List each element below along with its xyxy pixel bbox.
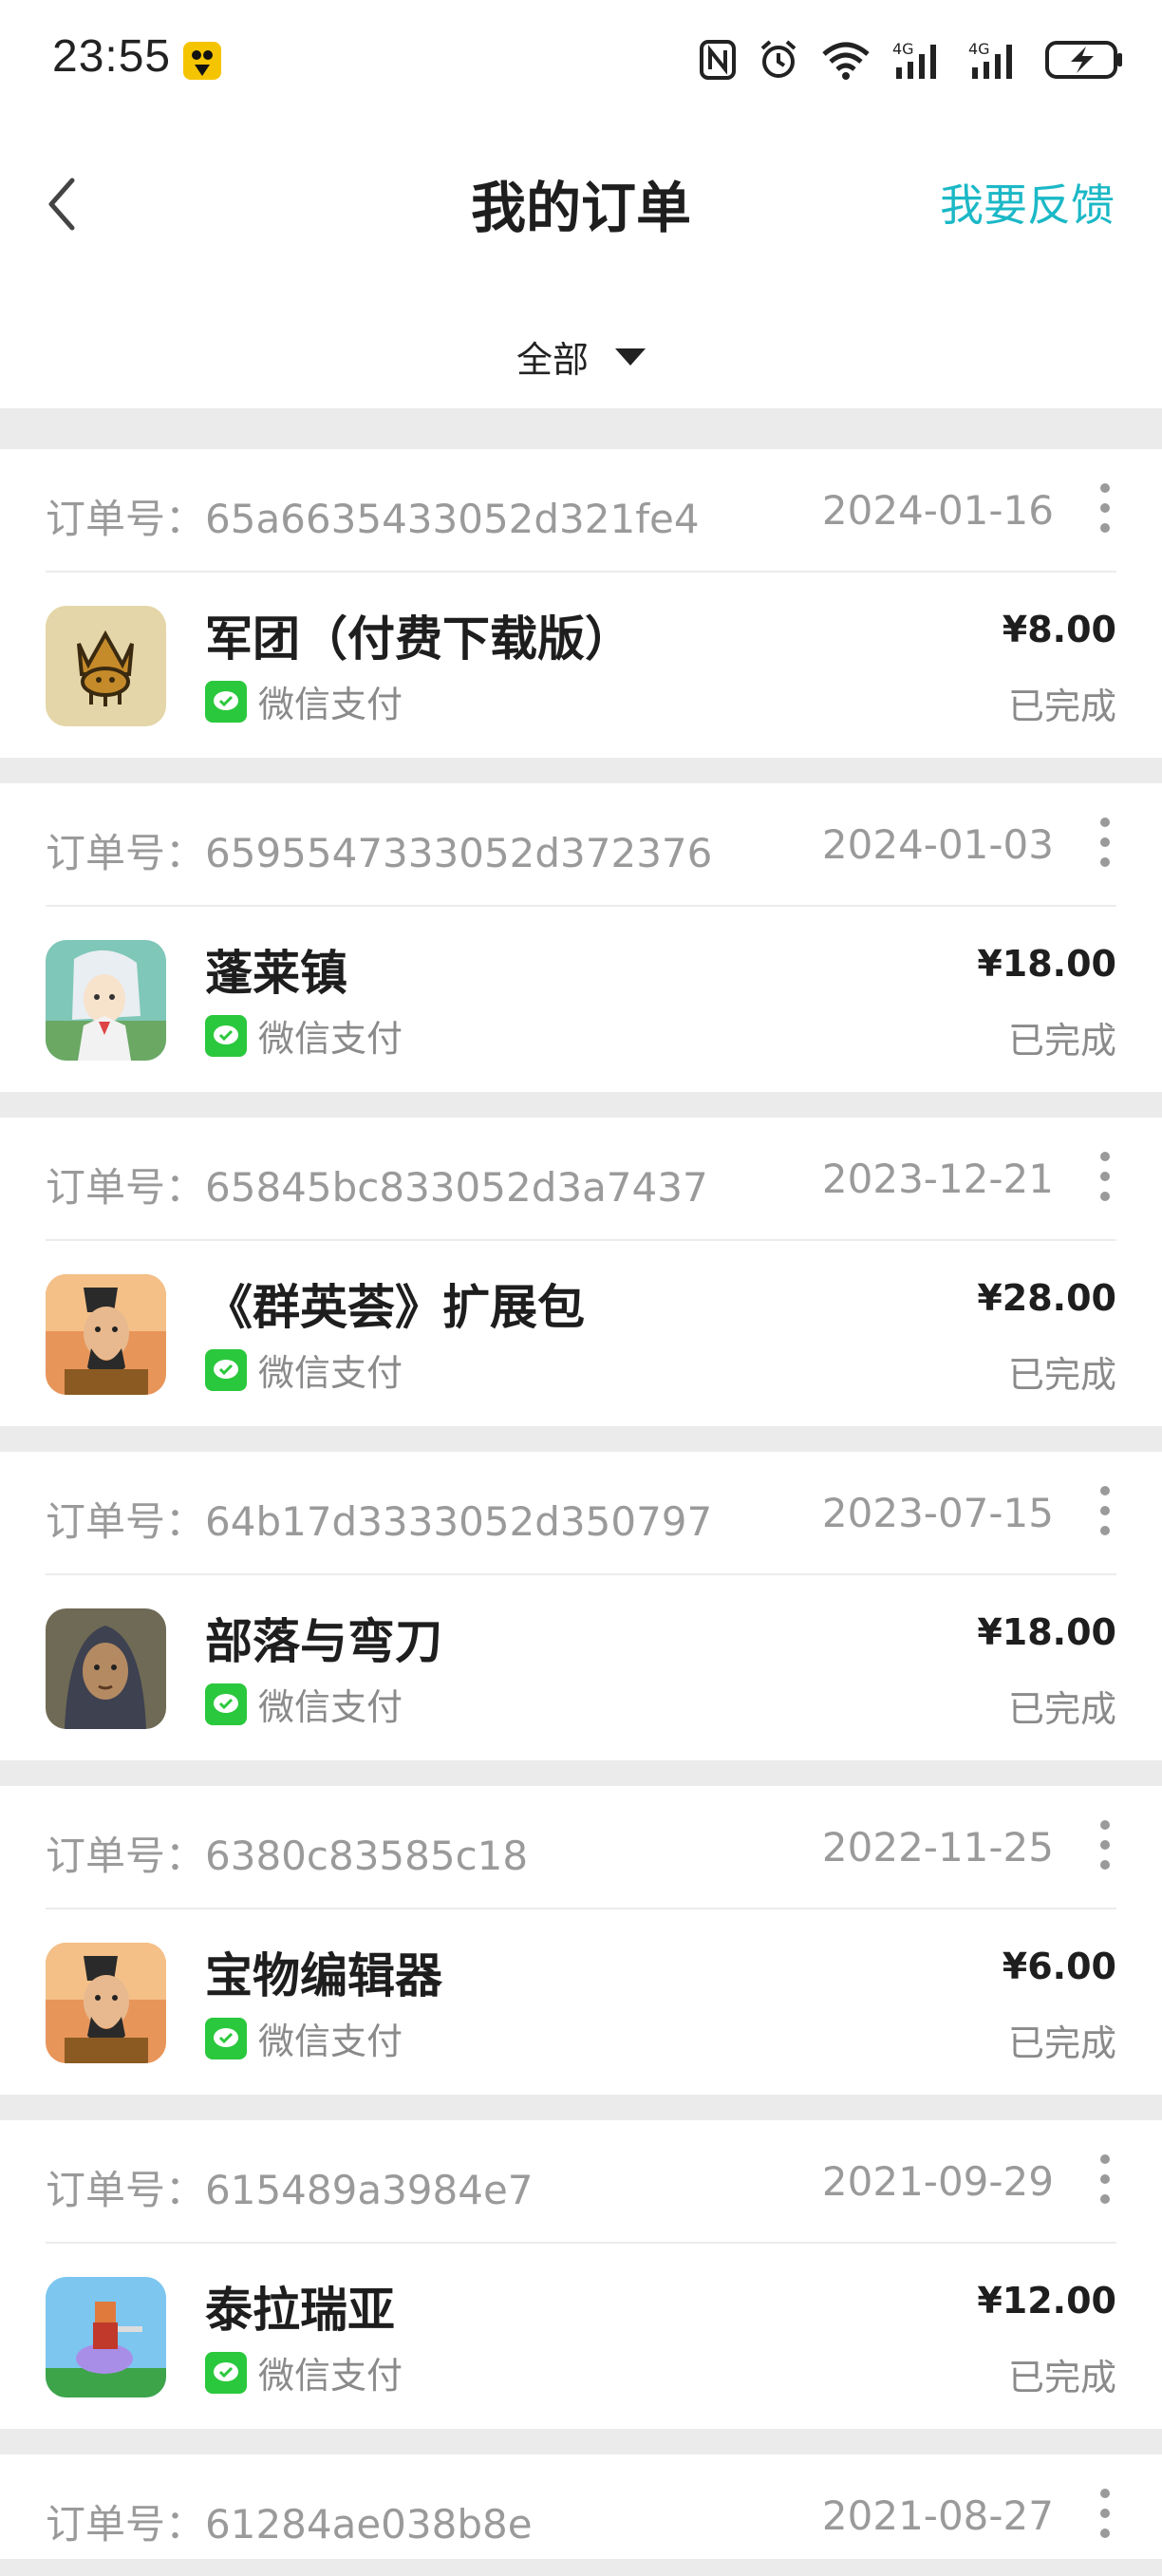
legion-crown-icon: [46, 606, 166, 726]
feedback-button[interactable]: 我要反馈: [940, 171, 1115, 234]
signal-4g-icon: 4G: [892, 39, 947, 81]
app-name: 部落与弯刀: [205, 1614, 442, 1669]
order-card[interactable]: 订单号：65a6635433052d321fe4 2024-01-16 军团（付…: [0, 449, 1162, 758]
payment-method: 微信支付: [205, 1344, 403, 1396]
payment-method: 微信支付: [205, 675, 403, 727]
app-notification-icon: [183, 42, 221, 80]
more-options-button[interactable]: [1094, 2154, 1116, 2204]
more-options-button[interactable]: [1094, 2489, 1116, 2538]
order-number: 订单号：615489a3984e7: [46, 2167, 534, 2213]
app-name: 宝物编辑器: [205, 1948, 442, 2003]
wifi-icon: [820, 39, 872, 81]
wechat-pay-icon: [205, 1683, 247, 1725]
wechat-pay-icon: [205, 1348, 247, 1391]
order-card[interactable]: 订单号：615489a3984e7 2021-09-29 泰拉瑞亚 微信支付 ¥…: [0, 2120, 1162, 2429]
order-status: 已完成: [1007, 1688, 1116, 1730]
order-status: 已完成: [1007, 1020, 1116, 1062]
wechat-pay-icon: [205, 2017, 247, 2059]
status-time: 23:55: [52, 31, 172, 82]
order-number: 订单号：61284ae038b8e: [46, 2501, 533, 2548]
order-price: ¥6.00: [1002, 1946, 1116, 1987]
tribe-portrait-icon: [46, 1608, 166, 1729]
status-bar: 23:55 4G 4G: [0, 0, 1162, 123]
order-price: ¥12.00: [977, 2280, 1116, 2322]
order-date: 2024-01-03: [821, 821, 1054, 868]
order-status: 已完成: [1007, 1354, 1116, 1396]
han-general-icon: [46, 1274, 166, 1395]
penglai-character-icon: [46, 940, 166, 1061]
order-status: 已完成: [1007, 2022, 1116, 2064]
order-number: 订单号：6380c83585c18: [46, 1833, 529, 1879]
order-date: 2021-08-27: [821, 2492, 1054, 2539]
payment-label: 微信支付: [258, 1352, 403, 1394]
payment-label: 微信支付: [258, 684, 403, 725]
order-card[interactable]: 订单号：61284ae038b8e 2021-08-27: [0, 2454, 1162, 2559]
order-price: ¥8.00: [1002, 609, 1116, 650]
order-date: 2023-07-15: [821, 1490, 1054, 1536]
order-card[interactable]: 订单号：65845bc833052d3a7437 2023-12-21 《群英荟…: [0, 1118, 1162, 1426]
svg-text:4G: 4G: [892, 40, 914, 58]
order-number: 订单号：65a6635433052d321fe4: [46, 496, 700, 542]
order-date: 2023-12-21: [821, 1156, 1054, 1202]
more-options-button[interactable]: [1094, 818, 1116, 867]
order-number: 订单号：65845bc833052d3a7437: [46, 1164, 708, 1211]
alarm-icon: [758, 39, 799, 81]
payment-label: 微信支付: [258, 1686, 403, 1728]
payment-label: 微信支付: [258, 1018, 403, 1060]
order-status: 已完成: [1007, 2357, 1116, 2398]
payment-method: 微信支付: [205, 2012, 403, 2064]
wechat-pay-icon: [205, 1014, 247, 1057]
order-status: 已完成: [1007, 686, 1116, 727]
wechat-pay-icon: [205, 680, 247, 723]
payment-label: 微信支付: [258, 2355, 403, 2397]
more-options-button[interactable]: [1094, 483, 1116, 533]
payment-method: 微信支付: [205, 1678, 403, 1730]
more-options-button[interactable]: [1094, 1152, 1116, 1201]
payment-label: 微信支付: [258, 2021, 403, 2062]
nfc-icon: [699, 39, 737, 81]
order-date: 2024-01-16: [821, 487, 1054, 534]
payment-method: 微信支付: [205, 2346, 403, 2398]
han-general-icon: [46, 1943, 166, 2063]
signal-4g-icon: 4G: [968, 39, 1023, 81]
terraria-icon: [46, 2277, 166, 2397]
order-price: ¥28.00: [977, 1277, 1116, 1319]
order-card[interactable]: 订单号：64b17d3333052d350797 2023-07-15 部落与弯…: [0, 1452, 1162, 1760]
page-header: 我的订单 我要反馈 全部: [0, 123, 1162, 408]
battery-charging-icon: [1044, 39, 1124, 81]
order-card[interactable]: 订单号：6595547333052d372376 2024-01-03 蓬莱镇 …: [0, 783, 1162, 1092]
app-name: 《群英荟》扩展包: [205, 1280, 585, 1335]
caret-down-icon: [615, 348, 646, 366]
order-number: 订单号：6595547333052d372376: [46, 830, 713, 876]
app-name: 泰拉瑞亚: [205, 2283, 395, 2338]
order-price: ¥18.00: [977, 943, 1116, 985]
app-name: 蓬莱镇: [205, 946, 347, 1001]
order-price: ¥18.00: [977, 1611, 1116, 1653]
order-card[interactable]: 订单号：6380c83585c18 2022-11-25 宝物编辑器 微信支付 …: [0, 1786, 1162, 2095]
order-filter-dropdown[interactable]: 全部: [516, 330, 646, 383]
filter-label: 全部: [515, 339, 589, 381]
order-number: 订单号：64b17d3333052d350797: [46, 1498, 713, 1545]
order-date: 2022-11-25: [821, 1824, 1054, 1871]
payment-method: 微信支付: [205, 1009, 403, 1062]
svg-text:4G: 4G: [968, 40, 990, 58]
app-name: 军团（付费下载版）: [205, 611, 632, 667]
wechat-pay-icon: [205, 2351, 247, 2394]
more-options-button[interactable]: [1094, 1486, 1116, 1535]
more-options-button[interactable]: [1094, 1820, 1116, 1870]
order-date: 2021-09-29: [821, 2158, 1054, 2205]
